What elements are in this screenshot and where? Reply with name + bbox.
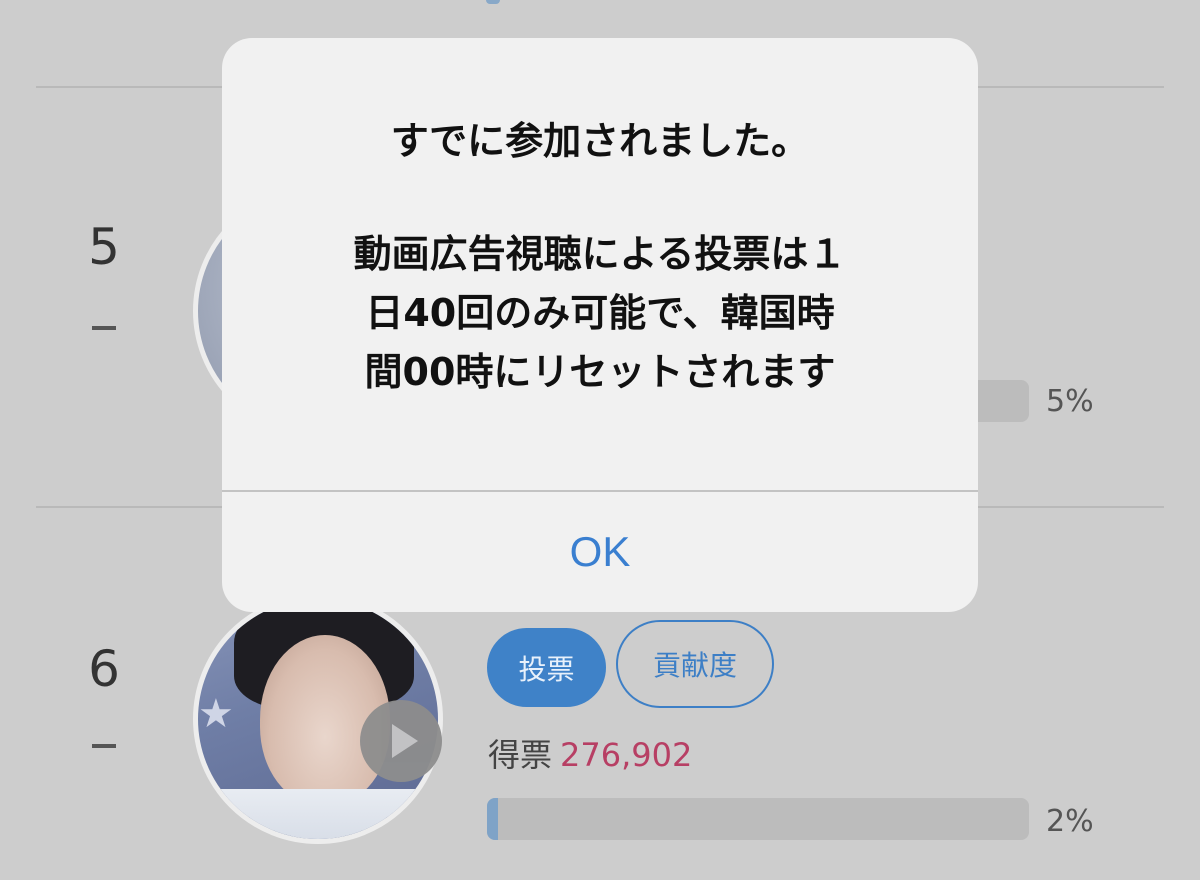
play-icon xyxy=(392,724,418,758)
alert-body: すでに参加されました。 動画広告視聴による投票は１ 日40回のみ可能で、韓国時 … xyxy=(222,38,978,490)
avatar-shirt xyxy=(198,789,438,839)
vote-progress-fill xyxy=(487,798,498,840)
votes-label: 得票 xyxy=(488,736,553,774)
alert-message: 動画広告視聴による投票は１ 日40回のみ可能で、韓国時 間00時にリセットされま… xyxy=(353,232,847,394)
previous-row-progress-fill xyxy=(486,0,500,4)
alert-dialog: すでに参加されました。 動画広告視聴による投票は１ 日40回のみ可能で、韓国時 … xyxy=(222,38,978,612)
rank-change-indicator xyxy=(92,326,116,330)
ok-button[interactable]: OK xyxy=(222,492,978,612)
rank-change-indicator xyxy=(92,744,116,748)
votes-line: 得票 276,902 xyxy=(488,730,692,776)
rank-number: 6 xyxy=(88,640,120,698)
vote-percent: 2% xyxy=(1046,804,1094,839)
rank-number: 5 xyxy=(88,218,120,276)
votes-count: 276,902 xyxy=(560,736,693,774)
alert-title: すでに参加されました。 xyxy=(390,119,810,163)
ranking-page: 5 5% 6 ★ 投票 貢献度 得票 276,902 2% すでに参加されました。… xyxy=(0,0,1200,880)
vote-percent: 5% xyxy=(1046,384,1094,419)
vote-progress-bar xyxy=(487,798,1029,840)
vote-button[interactable]: 投票 xyxy=(487,628,606,707)
contribution-button[interactable]: 貢献度 xyxy=(616,620,774,708)
star-icon: ★ xyxy=(198,691,234,737)
play-video-button[interactable] xyxy=(360,700,442,782)
